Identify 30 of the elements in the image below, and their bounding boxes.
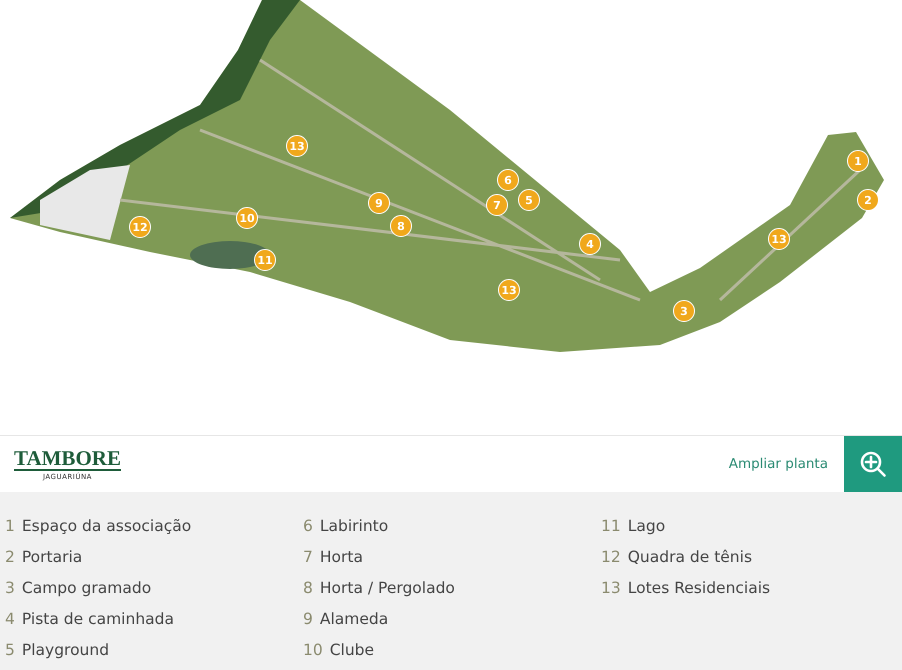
legend-label: Horta (320, 548, 363, 566)
legend-label: Pista de caminhada (22, 610, 174, 628)
legend-number: 10 (303, 640, 323, 658)
legend-label: Labirinto (320, 516, 388, 534)
zoom-in-button[interactable] (844, 436, 902, 492)
legend-number: 7 (303, 548, 313, 566)
legend-label: Playground (22, 640, 110, 658)
brand-logo: TAMBORE (14, 446, 121, 472)
legend-label: Lotes Residenciais (628, 578, 770, 596)
legend-label: Espaço da associação (22, 516, 192, 534)
legend-number: 5 (5, 640, 15, 658)
legend-number: 11 (601, 516, 621, 534)
legend-label: Clube (330, 640, 374, 658)
legend-label: Portaria (22, 548, 82, 566)
legend-number: 4 (5, 610, 15, 628)
legend-number: 12 (601, 548, 621, 566)
legend-label: Quadra de tênis (628, 548, 752, 566)
zoom-in-icon (859, 450, 887, 478)
legend-label: Alameda (320, 610, 388, 628)
legend-number: 3 (5, 578, 15, 596)
legend-number: 1 (5, 516, 15, 534)
legend-number: 2 (5, 548, 15, 566)
legend-number: 6 (303, 516, 313, 534)
legend-number: 8 (303, 578, 313, 596)
enlarge-plan-link[interactable]: Ampliar planta (728, 456, 828, 472)
legend-label: Horta / Pergolado (320, 578, 455, 596)
legend-label: Lago (628, 516, 666, 534)
legend-label: Campo gramado (22, 578, 152, 596)
legend-number: 13 (601, 578, 621, 596)
legend-number: 9 (303, 610, 313, 628)
